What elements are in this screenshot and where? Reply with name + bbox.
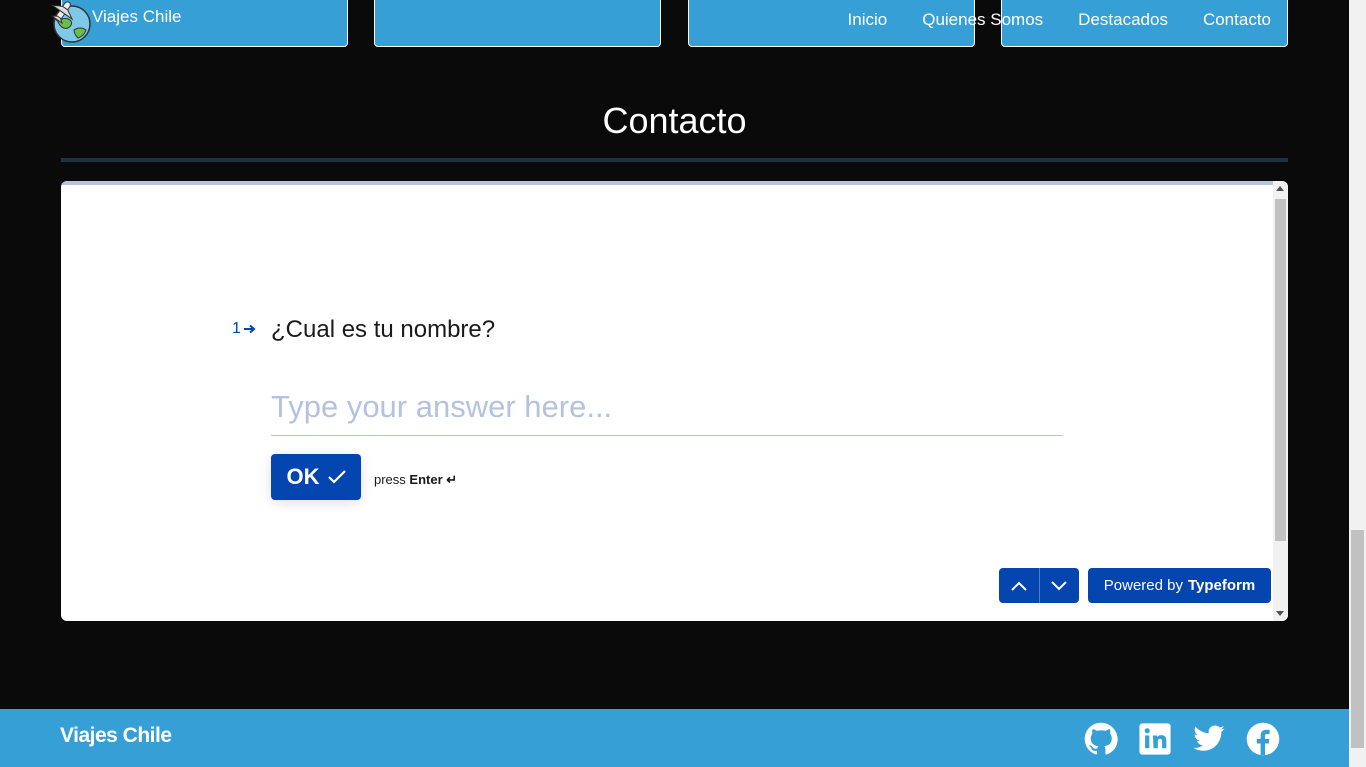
chevron-down-icon xyxy=(1051,580,1067,591)
progress-bar xyxy=(61,181,1288,185)
arrow-right-icon xyxy=(243,324,256,334)
form-scrollbar[interactable] xyxy=(1273,181,1288,621)
twitter-icon[interactable] xyxy=(1191,721,1227,757)
press-hint-prefix: press xyxy=(374,472,406,487)
scroll-up-arrow-icon[interactable] xyxy=(1276,186,1284,191)
powered-by-brand: Typeform xyxy=(1187,577,1256,594)
powered-by-prefix: Powered by xyxy=(1103,577,1183,594)
previous-question-button[interactable] xyxy=(999,568,1039,603)
globe-plane-logo-icon xyxy=(50,0,94,44)
facebook-icon[interactable] xyxy=(1245,721,1281,757)
press-enter-hint: press Enter ↵ xyxy=(374,472,457,488)
navbar-brand[interactable]: Viajes Chile xyxy=(50,0,181,44)
chevron-up-icon xyxy=(1011,581,1027,591)
form-scroll-thumb[interactable] xyxy=(1275,199,1286,541)
footer: Viajes Chile xyxy=(0,709,1349,767)
footer-brand: Viajes Chile xyxy=(60,724,172,747)
page-scrollbar[interactable] xyxy=(1349,0,1366,767)
destination-card xyxy=(374,0,661,47)
linkedin-icon[interactable] xyxy=(1137,721,1173,757)
ok-button-label: OK xyxy=(286,464,320,489)
section-title: Contacto xyxy=(602,100,747,141)
nav-link-destacados[interactable]: Destacados xyxy=(1078,10,1168,30)
question-text: ¿Cual es tu nombre? xyxy=(271,316,496,343)
nav-link-inicio[interactable]: Inicio xyxy=(848,10,888,30)
nav-link-quienes-somos[interactable]: Quienes Somos xyxy=(922,10,1043,30)
nav-link-contacto[interactable]: Contacto xyxy=(1203,10,1271,30)
typeform-embed: 1 ¿Cual es tu nombre? OK press Enter ↵ P… xyxy=(61,181,1288,621)
scroll-down-arrow-icon[interactable] xyxy=(1276,611,1284,616)
page-scroll-thumb[interactable] xyxy=(1351,530,1364,748)
answer-input[interactable] xyxy=(271,386,1063,436)
question-nav xyxy=(999,568,1079,603)
question-number: 1 xyxy=(232,320,256,338)
github-icon[interactable] xyxy=(1083,721,1119,757)
navbar-brand-label[interactable]: Viajes Chile xyxy=(92,7,181,27)
press-hint-key: Enter ↵ xyxy=(409,472,458,487)
checkmark-icon xyxy=(327,470,346,484)
main-nav: Inicio Quienes Somos Destacados Contacto xyxy=(813,10,1271,30)
question-number-label: 1 xyxy=(232,320,241,337)
powered-by-typeform-link[interactable]: Powered by Typeform xyxy=(1088,568,1271,603)
next-question-button[interactable] xyxy=(1038,568,1080,603)
title-divider xyxy=(61,158,1288,162)
ok-button[interactable]: OK xyxy=(271,454,361,500)
